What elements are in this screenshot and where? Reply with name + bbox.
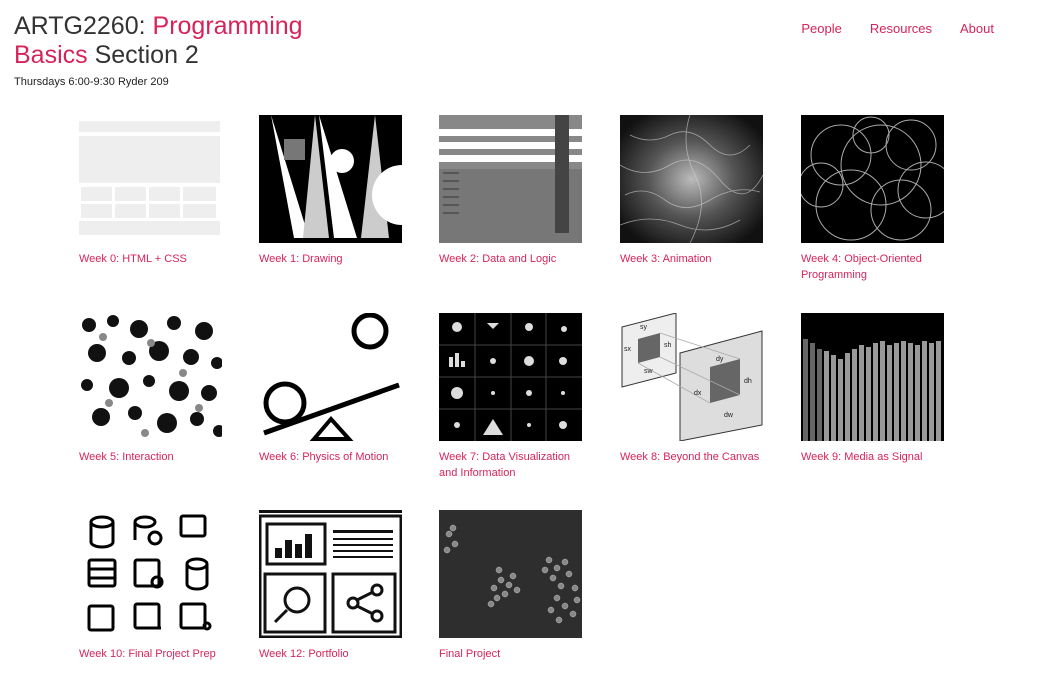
seesaw-icon[interactable]	[259, 313, 402, 441]
nav-people-link[interactable]: People	[801, 21, 841, 36]
week-card-5[interactable]: Week 5: Interaction	[79, 313, 225, 465]
signal-bar	[845, 353, 850, 441]
canvas-diagram-icon[interactable]: sy sx sh sw dy dx dh dw	[620, 313, 763, 441]
database-icons-icon[interactable]	[79, 510, 222, 638]
signal-bar	[887, 345, 892, 441]
course-section: Section 2	[87, 41, 199, 69]
signal-bar	[838, 359, 843, 441]
page-title: ARTG2260: Programming Basics Section 2	[14, 12, 334, 70]
signal-bar	[901, 341, 906, 441]
week-label[interactable]: Final Project	[439, 646, 585, 662]
week-card-9[interactable]: Week 9: Media as Signal	[801, 313, 947, 465]
signal-bar	[831, 355, 836, 441]
circles-icon[interactable]	[801, 115, 944, 243]
signal-bar	[936, 341, 941, 441]
week-card-6[interactable]: Week 6: Physics of Motion	[259, 313, 405, 465]
diagram-label-dx: dx	[694, 390, 702, 397]
week-card-3[interactable]: Week 3: Animation	[620, 115, 766, 267]
week-card-4[interactable]: Week 4: Object-Oriented Programming	[801, 115, 947, 283]
signal-bar	[810, 343, 815, 441]
diagram-label-sh: sh	[664, 342, 672, 349]
signal-bar	[929, 343, 934, 441]
signal-bar	[824, 351, 829, 441]
week-card-8[interactable]: sy sx sh sw dy dx dh dw Week 8: Beyond t…	[620, 313, 766, 465]
course-code: ARTG2260:	[14, 12, 153, 40]
signal-bar	[880, 341, 885, 441]
signal-bars-svg	[801, 313, 944, 441]
data-logic-icon[interactable]	[439, 115, 582, 243]
signal-bar	[817, 349, 822, 441]
diagram-label-dw: dw	[724, 412, 734, 419]
week-label[interactable]: Week 8: Beyond the Canvas	[620, 449, 766, 465]
week-label[interactable]: Week 4: Object-Oriented Programming	[801, 251, 947, 283]
signal-bar	[803, 339, 808, 441]
signal-bar	[894, 343, 899, 441]
week-label[interactable]: Week 12: Portfolio	[259, 646, 405, 662]
schedule-text: Thursdays 6:00-9:30 Ryder 209	[14, 76, 169, 88]
diagram-label-sy: sy	[640, 324, 648, 331]
week-label[interactable]: Week 7: Data Visualization and Informati…	[439, 449, 585, 481]
drawing-shapes-icon[interactable]	[259, 115, 402, 243]
week-card-1[interactable]: Week 1: Drawing	[259, 115, 405, 267]
portfolio-layout-icon[interactable]	[259, 510, 402, 638]
week-label[interactable]: Week 2: Data and Logic	[439, 251, 585, 267]
week-label[interactable]: Week 9: Media as Signal	[801, 449, 947, 465]
week-card-12[interactable]: Week 12: Portfolio	[259, 510, 405, 662]
diagram-label-dh: dh	[744, 378, 752, 385]
signal-bar	[915, 345, 920, 441]
animation-texture-icon[interactable]	[620, 115, 763, 243]
week-label[interactable]: Week 1: Drawing	[259, 251, 405, 267]
week-label[interactable]: Week 0: HTML + CSS	[79, 251, 225, 267]
week-label[interactable]: Week 6: Physics of Motion	[259, 449, 405, 465]
diagram-label-sw: sw	[644, 368, 654, 375]
nav-about-link[interactable]: About	[960, 21, 994, 36]
week-label[interactable]: Week 3: Animation	[620, 251, 766, 267]
signal-bar	[922, 341, 927, 441]
data-viz-grid-icon[interactable]	[439, 313, 582, 441]
week-card-7[interactable]: Week 7: Data Visualization and Informati…	[439, 313, 585, 481]
signal-bar	[866, 347, 871, 441]
week-card-2[interactable]: Week 2: Data and Logic	[439, 115, 585, 267]
html-css-wireframe-icon[interactable]	[79, 115, 222, 243]
course-title-programming: Programming	[152, 12, 303, 40]
signal-bar	[852, 349, 857, 441]
week-label[interactable]: Week 5: Interaction	[79, 449, 225, 465]
week-card-10[interactable]: Week 10: Final Project Prep	[79, 510, 225, 662]
signal-bar	[859, 345, 864, 441]
course-title-basics: Basics	[14, 41, 88, 69]
dots-cluster-icon[interactable]	[439, 510, 582, 638]
signal-bars-icon[interactable]	[801, 313, 944, 441]
interaction-noise-icon[interactable]	[79, 313, 222, 441]
nav-resources-link[interactable]: Resources	[870, 21, 932, 36]
top-nav: People Resources About	[801, 21, 994, 36]
signal-bar	[908, 343, 913, 441]
diagram-label-dy: dy	[716, 356, 724, 363]
diagram-label-sx: sx	[624, 346, 632, 353]
week-card-final[interactable]: Final Project	[439, 510, 585, 662]
signal-bar	[873, 343, 878, 441]
week-label[interactable]: Week 10: Final Project Prep	[79, 646, 225, 662]
week-card-0[interactable]: Week 0: HTML + CSS	[79, 115, 225, 267]
